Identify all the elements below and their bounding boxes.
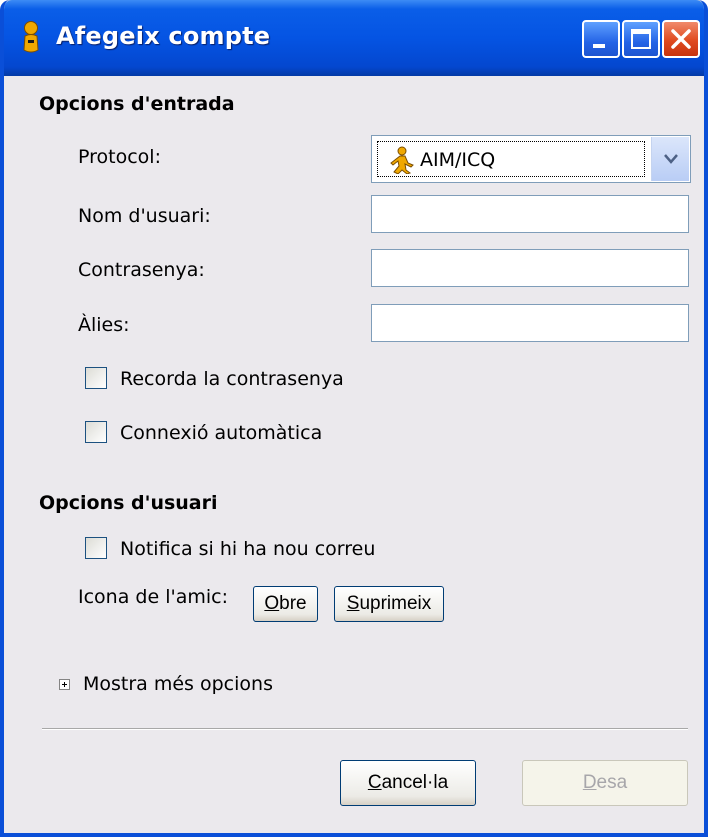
expander-plus-icon[interactable] xyxy=(59,679,70,690)
separator xyxy=(42,728,688,730)
close-icon xyxy=(671,29,691,49)
close-button[interactable] xyxy=(662,20,700,58)
remove-button[interactable]: Suprimeix xyxy=(334,586,444,622)
protocol-value: AIM/ICQ xyxy=(420,149,496,171)
minimize-button[interactable] xyxy=(582,20,620,58)
aim-running-man-icon xyxy=(23,21,39,53)
protocol-dropdown-button[interactable] xyxy=(651,137,689,181)
notify-mail-checkbox[interactable] xyxy=(85,537,107,559)
password-input[interactable] xyxy=(371,249,689,287)
notify-mail-label[interactable]: Notifica si hi ha nou correu xyxy=(120,538,375,560)
cancel-button[interactable]: Cancel·la xyxy=(340,760,476,806)
maximize-button[interactable] xyxy=(622,20,660,58)
remember-password-checkbox[interactable] xyxy=(85,367,107,389)
auto-login-checkbox[interactable] xyxy=(85,421,107,443)
dialog-body: Opcions d'entrada Protocol: AIM/ICQ Nom … xyxy=(4,76,704,833)
username-input[interactable] xyxy=(371,195,689,233)
maximize-icon xyxy=(631,29,651,49)
buddy-icon-label: Icona de l'amic: xyxy=(78,586,228,608)
cancel-button-mnemonic: C xyxy=(367,772,382,793)
remove-button-label: uprimeix xyxy=(359,593,432,614)
save-button-label: esa xyxy=(596,772,628,793)
login-options-heading: Opcions d'entrada xyxy=(39,93,235,115)
cancel-button-label: ancel·la xyxy=(381,772,449,793)
open-button[interactable]: Obre xyxy=(253,586,318,622)
protocol-select[interactable]: AIM/ICQ xyxy=(371,135,691,183)
user-options-heading: Opcions d'usuari xyxy=(39,492,218,514)
open-button-label: bre xyxy=(279,593,307,614)
open-button-mnemonic: O xyxy=(264,593,280,614)
alias-input[interactable] xyxy=(371,304,689,342)
protocol-select-value: AIM/ICQ xyxy=(377,141,645,177)
more-options-label[interactable]: Mostra més opcions xyxy=(83,673,273,695)
alias-label: Àlies: xyxy=(78,314,130,336)
auto-login-label[interactable]: Connexió automàtica xyxy=(120,422,322,444)
protocol-label: Protocol: xyxy=(78,146,161,168)
title-bar[interactable]: Afegeix compte xyxy=(4,0,704,76)
add-account-window: Afegeix compte Opcions d'entrada Protoco… xyxy=(0,0,708,837)
save-button[interactable]: Desa xyxy=(522,760,688,806)
remove-button-mnemonic: S xyxy=(346,593,360,614)
password-label: Contrasenya: xyxy=(78,259,205,281)
save-button-mnemonic: D xyxy=(582,772,597,793)
aim-running-man-icon xyxy=(390,146,414,174)
minimize-icon xyxy=(593,44,605,48)
username-label: Nom d'usuari: xyxy=(78,205,211,227)
remember-password-label[interactable]: Recorda la contrasenya xyxy=(120,368,344,390)
window-title: Afegeix compte xyxy=(56,22,271,50)
chevron-down-icon xyxy=(664,154,678,164)
